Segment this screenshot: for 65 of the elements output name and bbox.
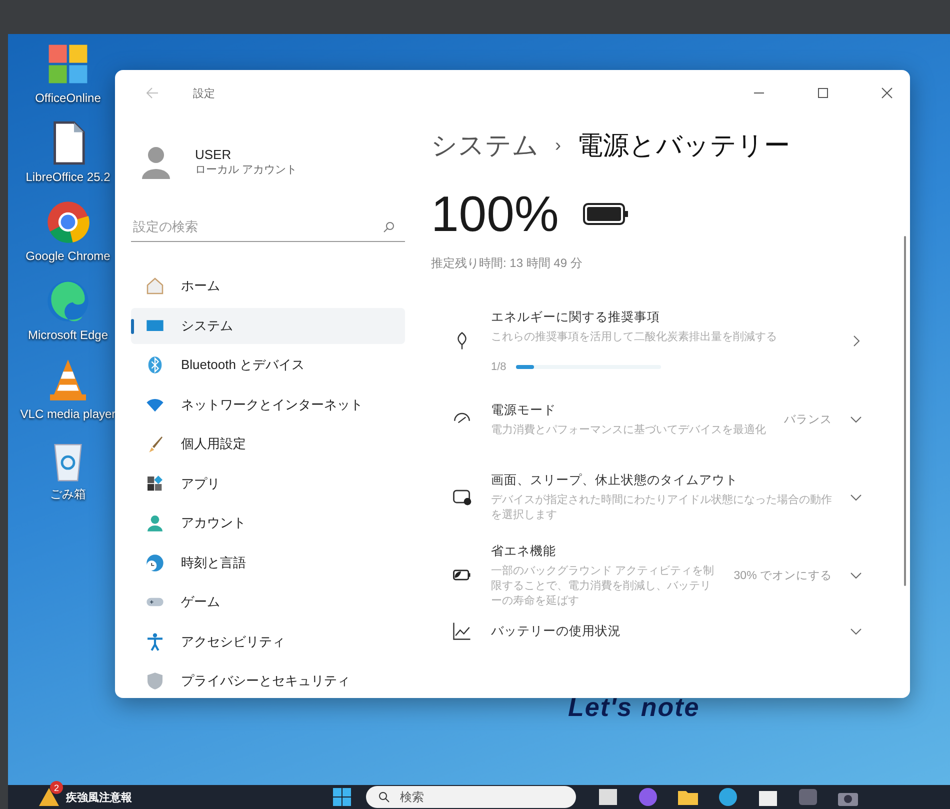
desktop-icon-label[interactable]: OfficeOnline bbox=[35, 91, 101, 105]
setting-description: これらの推奨事項を活用して二酸化炭素排出量を削減する bbox=[491, 330, 778, 344]
sidebar-item[interactable]: Bluetooth とデバイス bbox=[131, 347, 405, 384]
house-icon bbox=[145, 276, 165, 296]
search-icon bbox=[378, 791, 390, 803]
setting-title: 画面、スリープ、休止状態のタイムアウト bbox=[491, 472, 739, 489]
setting-title: エネルギーに関する推奨事項 bbox=[491, 309, 661, 326]
setting-description: 一部のバックグラウンド アクティビティを制限することで、電力消費を削減し、バッテリーの寿命を延ばす bbox=[491, 564, 716, 608]
back-arrow-icon bbox=[145, 86, 159, 100]
accessibility-icon bbox=[145, 632, 165, 652]
progress-count: 1/8 bbox=[491, 361, 506, 373]
sidebar-item[interactable]: アクセシビリティ bbox=[131, 624, 405, 660]
sidebar-item[interactable]: 個人用設定 bbox=[131, 426, 405, 462]
setting-value: 30% でオンにする bbox=[734, 568, 832, 582]
sidebar-item[interactable]: 時刻と言語 bbox=[131, 544, 405, 581]
app-tile-icon[interactable] bbox=[796, 786, 820, 808]
sidebar-item[interactable]: ネットワークとインターネット bbox=[131, 386, 405, 423]
app-window-icon[interactable] bbox=[596, 786, 620, 808]
setting-description: 電力消費とパフォーマンスに基づいてデバイスを最適化 bbox=[491, 422, 766, 436]
line-chart-icon bbox=[451, 620, 473, 642]
sidebar-item[interactable]: ホーム bbox=[131, 268, 405, 304]
setting-row[interactable]: バッテリーの使用状況 bbox=[431, 614, 876, 648]
desktop-icon-label[interactable]: ごみ箱 bbox=[50, 486, 86, 503]
browser-icon[interactable] bbox=[716, 786, 740, 808]
setting-row[interactable]: 省エネ機能 一部のバックグラウンド アクティビティを制限することで、電力消費を削減し、バッテリーの寿命を延ばす 30% でオンにする bbox=[431, 536, 876, 614]
sidebar-item[interactable]: アプリ bbox=[131, 466, 405, 502]
search-field[interactable]: 設定の検索 bbox=[131, 212, 405, 242]
setting-title: 省エネ機能 bbox=[491, 542, 557, 560]
user-avatar-icon bbox=[141, 145, 171, 179]
start-button-icon[interactable] bbox=[332, 787, 352, 807]
sidebar-item[interactable]: プライバシーとセキュリティ bbox=[131, 663, 405, 698]
remaining-time: 推定残り時間: 13 時間 49 分 bbox=[431, 255, 584, 272]
breadcrumb-separator: › bbox=[555, 135, 561, 156]
breadcrumb-link[interactable]: システム bbox=[431, 128, 539, 163]
setting-row[interactable]: エネルギーに関する推奨事項 これらの推奨事項を活用して二酸化炭素排出量を削減する 1/8 bbox=[431, 302, 876, 380]
setting-row[interactable]: 画面、スリープ、休止状態のタイムアウト デバイスが指定された時間にわたりアイドル状態になった場合の動作を選択します bbox=[431, 458, 876, 536]
globe-icon bbox=[145, 552, 165, 573]
weather-alert[interactable]: 疾強風注意報 bbox=[66, 790, 132, 804]
desktop-icon-label[interactable]: Google Chrome bbox=[26, 249, 110, 263]
battery-icon bbox=[582, 203, 629, 225]
scrollbar[interactable] bbox=[904, 236, 906, 586]
setting-value: バランス bbox=[784, 412, 832, 426]
setting-description: デバイスが指定された時間にわたりアイドル状態になった場合の動作を選択します bbox=[491, 492, 832, 522]
app-logo-icon[interactable] bbox=[636, 786, 660, 808]
maximize-icon bbox=[817, 87, 829, 99]
account-type: ローカル アカウント bbox=[195, 163, 298, 177]
user-name: USER bbox=[195, 147, 232, 162]
setting-title: バッテリーの使用状況 bbox=[491, 622, 622, 640]
desktop-icon-label[interactable]: Microsoft Edge bbox=[28, 328, 108, 342]
desktop-icon-label[interactable]: VLC media player bbox=[20, 407, 116, 421]
shield-icon bbox=[145, 671, 165, 692]
sidebar-item[interactable]: ゲーム bbox=[131, 584, 405, 620]
close-icon bbox=[881, 87, 893, 99]
sidebar-item[interactable]: アカウント bbox=[131, 505, 405, 542]
setting-row[interactable]: 電源モード 電力消費とパフォーマンスに基づいてデバイスを最適化 バランス bbox=[431, 380, 876, 458]
search-icon bbox=[383, 221, 395, 233]
person-icon bbox=[145, 513, 165, 534]
sidebar-item[interactable]: システム bbox=[131, 308, 405, 344]
window-title: 設定 bbox=[193, 86, 215, 100]
desktop-icon-label[interactable]: LibreOffice 25.2 bbox=[26, 170, 110, 184]
taskbar-search-field[interactable]: 検索 bbox=[366, 786, 576, 808]
setting-title: 電源モード bbox=[491, 402, 557, 418]
battery-percentage: 100% bbox=[431, 185, 559, 243]
page-title: 電源とバッテリー bbox=[577, 129, 790, 162]
wallpaper-logo: Let's note bbox=[568, 692, 700, 723]
